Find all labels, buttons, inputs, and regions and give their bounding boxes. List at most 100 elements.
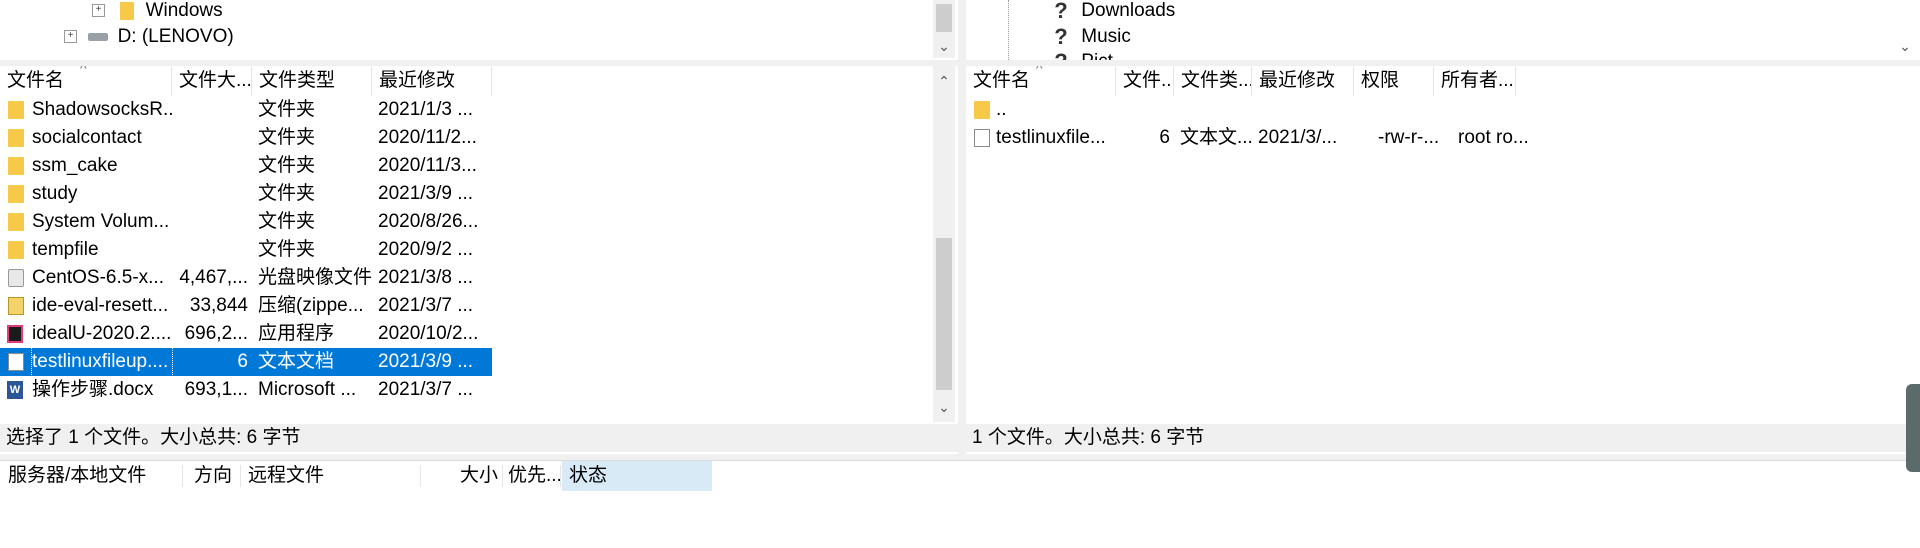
column-divider [560,465,561,487]
file-size [176,124,248,152]
file-size: 693,1... [184,379,248,400]
file-name: CentOS-6.5-x... [32,267,164,288]
column-header-type[interactable]: 文件类... [1174,66,1252,96]
file-name: ide-eval-resett... [32,295,169,316]
file-modified: 2020/9/2 ... [378,239,474,260]
queue-header-direction[interactable]: 方向 [194,461,232,491]
queue-header-remote-file[interactable]: 远程文件 [248,461,324,491]
unknown-folder-icon: ? [1054,24,1068,49]
scrollbar-thumb[interactable] [936,238,952,390]
table-row[interactable]: testlinuxfile... 6 文本文... 2021/3/... -rw… [966,124,1529,152]
transfer-queue[interactable]: 服务器/本地文件 方向 远程文件 大小 优先... 状态 [0,461,1920,548]
text-file-icon [974,129,990,147]
file-size [176,208,248,236]
file-permissions: -rw-r-... [1378,127,1440,148]
queue-header-priority[interactable]: 优先... [508,461,562,491]
column-header-size[interactable]: 文件大... [172,66,252,96]
remote-tree[interactable]: ? Downloads ? Music ? Pict ⌄ [966,0,1920,60]
table-row[interactable]: socialcontact 文件夹 2020/11/2... [0,124,492,152]
unknown-folder-icon: ? [1052,50,1070,61]
file-type: 文本文档 [258,351,335,372]
text-file-icon [8,353,24,371]
table-row[interactable]: CentOS-6.5-x... 4,467,... 光盘映像文件 2021/3/… [0,264,492,292]
column-header-type[interactable]: 文件类型 [252,66,372,96]
edge-widget-icon[interactable] [1906,384,1920,472]
file-size [176,180,248,208]
file-type: 文件夹 [258,183,316,204]
table-row[interactable]: W 操作步骤.docx 693,1... Microsoft ... 2021/… [0,376,492,404]
file-size: 33,844 [189,295,248,316]
scroll-down-icon[interactable]: ⌄ [933,35,955,57]
tree-item-downloads[interactable]: ? Downloads [1052,0,1175,23]
remote-tree-scrollbar[interactable]: ⌄ [1894,0,1916,58]
table-row[interactable]: System Volum... 文件夹 2020/8/26... [0,208,492,236]
unknown-folder-icon: ? [1054,0,1068,23]
expand-icon[interactable]: + [92,4,105,18]
file-name: 操作步骤.docx [32,379,154,400]
local-list-scrollbar[interactable]: ⌃ ⌄ [933,66,955,422]
column-divider [240,465,241,487]
file-name: tempfile [32,239,99,260]
remote-file-list[interactable]: 文件名 文件... 文件类... 最近修改 权限 所有者... ^ .. tes… [966,66,1920,422]
table-row[interactable]: study 文件夹 2021/3/9 ... [0,180,492,208]
file-type: 光盘映像文件 [258,267,373,288]
file-name: socialcontact [32,127,142,148]
file-name: study [32,183,78,204]
file-name: idealU-2020.2.... [32,323,172,344]
queue-header-status-label: 状态 [569,465,608,486]
column-header-modified[interactable]: 最近修改 [372,66,492,96]
file-modified: 2021/3/... [1258,127,1338,148]
queue-header-local-file[interactable]: 服务器/本地文件 [8,461,146,491]
file-size: 6 [1159,127,1170,148]
file-type: 文件夹 [258,99,316,120]
file-type: 压缩(zippe... [258,295,364,316]
tree-item-drive-d[interactable]: + D: (LENOVO) [64,25,234,49]
local-tree-scrollbar[interactable]: ⌄ [933,0,955,58]
table-row[interactable]: ide-eval-resett... 33,844 压缩(zippe... 20… [0,292,492,320]
queue-header-status[interactable]: 状态 [562,461,712,491]
file-name: ShadowsocksR... [32,99,172,120]
column-header-owner[interactable]: 所有者... [1434,66,1516,96]
column-header-modified[interactable]: 最近修改 [1252,66,1354,96]
folder-icon [8,101,24,119]
file-size [176,236,248,264]
table-row-selected[interactable]: testlinuxfileup.... 6 文本文档 2021/3/9 ... [0,347,492,377]
queue-header-size[interactable]: 大小 [460,461,498,491]
scroll-up-icon[interactable]: ⌃ [933,70,955,92]
table-row[interactable]: ssm_cake 文件夹 2020/11/3... [0,152,492,180]
tree-item-label: Pict [1081,51,1113,60]
table-row[interactable]: tempfile 文件夹 2020/9/2 ... [0,236,492,264]
sort-asc-icon: ^ [80,66,87,76]
file-modified: 2020/10/2... [378,323,479,344]
tree-item-music[interactable]: ? Music [1052,25,1131,49]
app-icon [7,325,23,343]
folder-icon [8,157,24,175]
tree-item-windows[interactable]: + Windows [92,0,223,23]
file-type: 文件夹 [258,239,316,260]
tree-item-pictures[interactable]: ? Pict [1052,50,1113,61]
column-divider [182,465,183,487]
pane-divider[interactable] [958,0,966,460]
column-header-size[interactable]: 文件... [1116,66,1174,96]
remote-status-bar: 1 个文件。大小总共: 6 字节 [966,424,1920,452]
disc-image-icon [8,269,24,287]
table-row[interactable]: idealU-2020.2.... 696,2... 应用程序 2020/10/… [0,320,492,348]
scroll-down-icon[interactable]: ⌄ [933,396,955,418]
column-header-permissions[interactable]: 权限 [1354,66,1434,96]
scroll-down-icon[interactable]: ⌄ [1894,35,1916,57]
scrollbar-thumb[interactable] [936,4,952,32]
file-name: .. [996,99,1007,120]
file-type: 文件夹 [258,155,316,176]
file-modified: 2021/3/8 ... [378,267,474,288]
expand-icon[interactable]: + [64,30,77,44]
local-tree[interactable]: + Windows + D: (LENOVO) ⌄ [0,0,958,60]
table-row[interactable]: ShadowsocksR... 文件夹 2021/1/3 ... [0,96,492,124]
folder-icon [8,185,24,203]
table-row[interactable]: .. [966,96,1516,124]
folder-icon [8,129,24,147]
local-file-list[interactable]: 文件名 文件大... 文件类型 最近修改 ^ ShadowsocksR... 文… [0,66,958,422]
file-name: testlinuxfileup.... [31,347,173,377]
sort-asc-icon: ^ [1036,66,1043,76]
file-name: System Volum... [32,211,170,232]
file-type: 文件夹 [258,211,316,232]
